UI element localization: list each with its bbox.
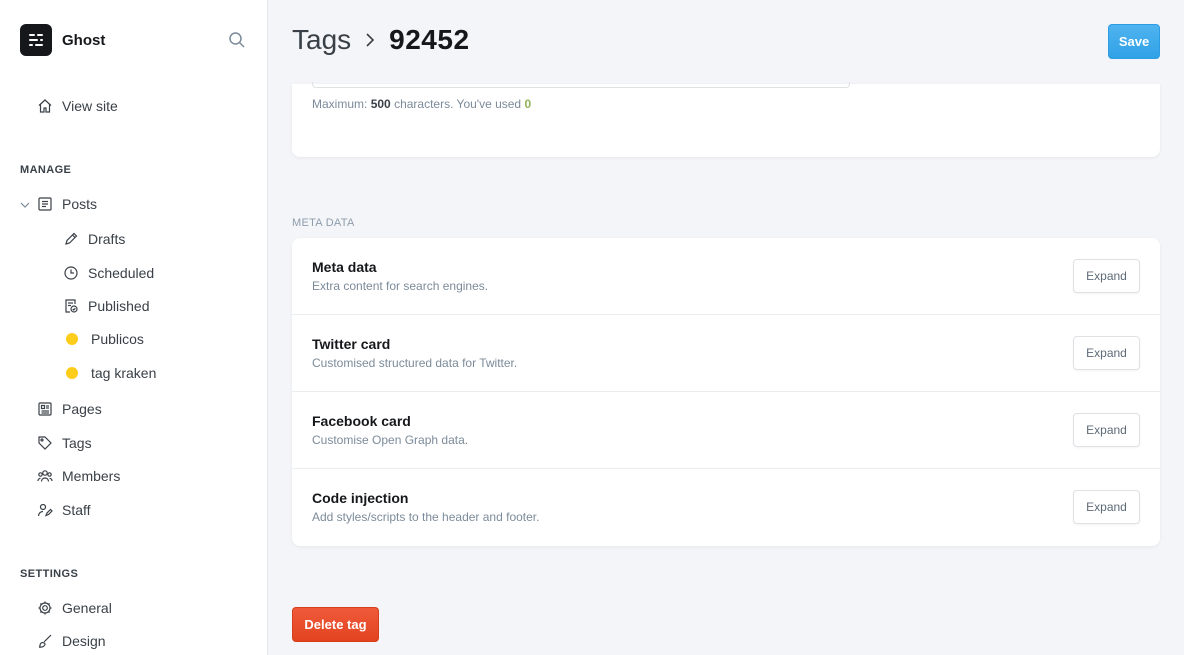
meta-row-twitter-card: Twitter card Customised structured data … [292,315,1160,392]
published-icon [62,297,80,315]
sidebar: Ghost View site MANAGE Posts Drafts Sche… [0,0,268,655]
meta-row-title: Code injection [312,490,409,506]
sidebar-item-published[interactable]: Published [62,297,150,315]
meta-row-title: Meta data [312,259,377,275]
meta-row-description: Extra content for search engines. [312,279,489,293]
ghost-logo-icon [20,24,52,56]
sidebar-item-view-site[interactable]: View site [36,97,118,115]
sidebar-item-label: Scheduled [88,265,155,281]
clock-icon [62,264,80,282]
meta-data-section-label: META DATA [292,217,355,229]
sidebar-item-label: Posts [62,196,98,212]
sidebar-item-tags[interactable]: Tags [36,434,92,452]
sidebar-item-general[interactable]: General [36,599,112,617]
sidebar-item-publicos[interactable]: Publicos [62,331,144,347]
max-suffix: characters. You've used [394,97,522,111]
home-icon [36,97,54,115]
meta-row-title: Facebook card [312,413,411,429]
description-card: Maximum: 500 characters. You've used 0 [292,82,1160,157]
sidebar-item-label: View site [62,98,118,114]
brand-name: Ghost [62,31,106,49]
posts-icon [36,195,54,213]
sidebar-item-posts[interactable]: Posts [36,195,97,213]
sidebar-item-label: Tags [62,435,92,451]
sidebar-item-tag-kraken[interactable]: tag kraken [62,365,156,381]
meta-row-description: Add styles/scripts to the header and foo… [312,510,540,524]
page-header: Tags 92452 Save [268,0,1184,84]
expand-button[interactable]: Expand [1073,490,1140,524]
settings-section-label: SETTINGS [20,568,79,580]
chevron-right-icon [363,30,377,50]
description-textarea[interactable] [312,82,850,88]
tag-dot-icon [66,367,78,379]
staff-icon [36,501,54,519]
gear-icon [36,599,54,617]
pages-icon [36,400,54,418]
meta-row-description: Customise Open Graph data. [312,433,469,447]
expand-button[interactable]: Expand [1073,259,1140,293]
sidebar-item-label: Staff [62,502,91,518]
sidebar-item-staff[interactable]: Staff [36,501,91,519]
meta-row-description: Customised structured data for Twitter. [312,356,518,370]
meta-data-card: Meta data Extra content for search engin… [292,238,1160,546]
delete-tag-button[interactable]: Delete tag [292,607,379,642]
sidebar-item-label: General [62,600,112,616]
brush-icon [36,632,54,650]
meta-row-facebook-card: Facebook card Customise Open Graph data.… [292,392,1160,469]
chevron-down-icon[interactable] [19,198,31,210]
sidebar-item-label: Members [62,468,121,484]
members-icon [36,467,54,485]
sidebar-item-drafts[interactable]: Drafts [62,230,125,248]
meta-row-code-injection: Code injection Add styles/scripts to the… [292,469,1160,546]
sidebar-item-label: tag kraken [91,365,157,381]
max-prefix: Maximum: [312,97,368,111]
character-count: Maximum: 500 characters. You've used 0 [312,97,531,111]
sidebar-item-scheduled[interactable]: Scheduled [62,264,154,282]
sidebar-item-label: Pages [62,401,102,417]
tag-dot-icon [66,333,78,345]
tag-icon [36,434,54,452]
search-icon[interactable] [228,31,248,51]
max-value: 500 [370,97,391,111]
expand-button[interactable]: Expand [1073,336,1140,370]
expand-button[interactable]: Expand [1073,413,1140,447]
sidebar-item-label: Drafts [88,231,126,247]
used-value: 0 [524,97,532,111]
sidebar-item-label: Publicos [91,331,144,347]
sidebar-item-pages[interactable]: Pages [36,400,102,418]
save-button[interactable]: Save [1108,24,1160,59]
manage-section-label: MANAGE [20,164,72,176]
sidebar-item-members[interactable]: Members [36,467,120,485]
breadcrumb: Tags 92452 [292,24,470,56]
sidebar-item-label: Design [62,633,106,649]
meta-row-title: Twitter card [312,336,391,352]
page-title: 92452 [389,24,470,55]
sidebar-item-design[interactable]: Design [36,632,106,650]
breadcrumb-tags-link[interactable]: Tags [292,24,351,56]
brand[interactable]: Ghost [20,24,105,56]
sidebar-item-label: Published [88,298,150,314]
meta-row-meta-data: Meta data Extra content for search engin… [292,238,1160,315]
pencil-icon [62,230,80,248]
